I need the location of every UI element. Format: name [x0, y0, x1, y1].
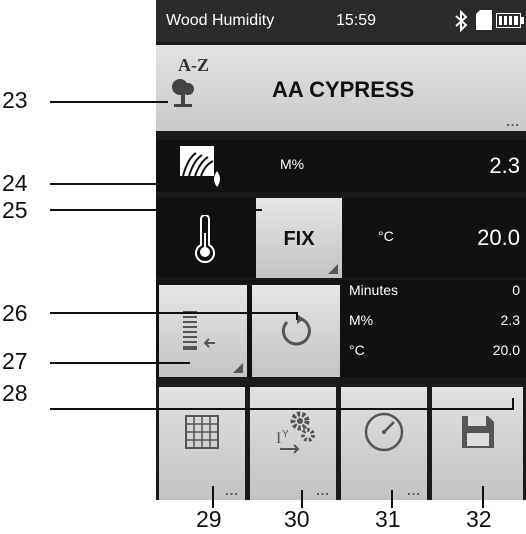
- callout-line-32: [482, 486, 484, 508]
- settings-gears-icon: IY: [250, 409, 336, 460]
- corner-indicator: [233, 363, 243, 373]
- callout-31: 31: [375, 506, 401, 532]
- grid-more: ...: [225, 483, 239, 498]
- callout-28: 28: [2, 380, 28, 406]
- callout-26: 26: [2, 300, 28, 326]
- moisture-value: 2.3: [489, 153, 520, 178]
- sd-card-icon: [476, 10, 492, 35]
- callout-line-26-down: [296, 312, 298, 320]
- callout-line-24: [50, 183, 168, 185]
- temperature-value: 20.0: [477, 225, 520, 250]
- callout-29: 29: [196, 506, 222, 532]
- callout-24: 24: [2, 170, 28, 196]
- callout-line-25: [50, 209, 262, 211]
- callout-23: 23: [2, 87, 28, 113]
- bluetooth-icon: [454, 9, 468, 37]
- callout-line-28: [50, 408, 514, 410]
- species-more: ...: [506, 114, 520, 129]
- callout-line-30: [301, 490, 303, 508]
- timer-button[interactable]: ...: [341, 387, 427, 500]
- status-bar: Wood Humidity 15:59: [156, 0, 526, 42]
- list-arrow-icon: [181, 309, 225, 358]
- fix-label: FIX: [283, 228, 315, 250]
- timer-more: ...: [407, 483, 421, 498]
- temperature-unit: °C: [378, 228, 394, 244]
- moisture-unit: M%: [280, 156, 305, 172]
- device-screen: Wood Humidity 15:59 A-Z AA CYPRESS ... M…: [156, 0, 526, 500]
- callout-line-27: [50, 362, 190, 364]
- log-moisture-label: M%: [349, 312, 374, 328]
- callout-line-26: [50, 312, 298, 314]
- callout-line-31: [391, 490, 393, 508]
- log-temperature-value: 20.0: [492, 342, 520, 358]
- thermometer-icon: [193, 214, 217, 268]
- az-label: A-Z: [178, 55, 209, 75]
- callout-27: 27: [2, 348, 28, 374]
- log-minutes-label: Minutes: [349, 282, 399, 298]
- grid-icon: [159, 415, 245, 454]
- moisture-row: M% 2.3: [156, 140, 526, 192]
- app-title: Wood Humidity: [166, 12, 275, 29]
- grid-button[interactable]: ...: [159, 387, 245, 500]
- svg-text:Y: Y: [282, 429, 289, 440]
- log-moisture-value: 2.3: [500, 312, 520, 328]
- species-name: AA CYPRESS: [272, 77, 415, 102]
- tree-icon: [168, 77, 198, 112]
- battery-icon: [496, 13, 524, 33]
- settings-more: ...: [316, 483, 330, 498]
- callout-line-29: [212, 486, 214, 508]
- svg-text:I: I: [276, 430, 281, 447]
- wood-species-button[interactable]: A-Z AA CYPRESS ...: [156, 45, 526, 131]
- settings-button[interactable]: IY ...: [250, 387, 336, 500]
- save-icon: [432, 414, 523, 455]
- wood-moisture-icon: [180, 143, 226, 194]
- save-button[interactable]: [432, 387, 523, 500]
- callout-32: 32: [466, 506, 492, 532]
- fix-temperature-button[interactable]: FIX: [256, 198, 342, 278]
- callout-30: 30: [284, 506, 310, 532]
- callout-25: 25: [2, 197, 28, 223]
- corner-indicator: [328, 264, 338, 274]
- clock: 15:59: [336, 12, 377, 29]
- log-row: Minutes 0 M% 2.3 °C 20.0: [156, 280, 526, 377]
- reset-button[interactable]: [252, 285, 340, 377]
- callout-line-23: [50, 101, 168, 103]
- log-temperature-label: °C: [349, 342, 365, 358]
- timer-icon: [341, 411, 427, 458]
- log-minutes-value: 0: [512, 282, 520, 298]
- callout-line-28-up: [512, 398, 514, 409]
